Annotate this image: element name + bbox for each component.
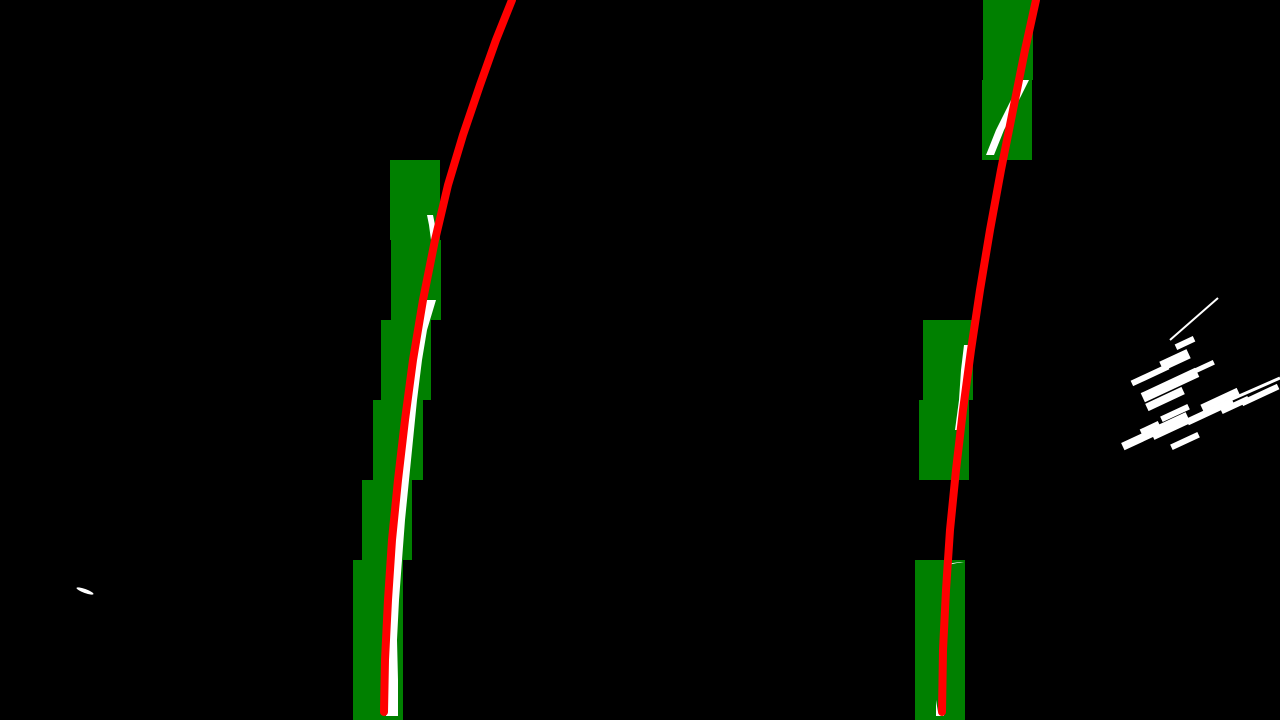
right-lane-window-2 — [915, 560, 965, 640]
background — [0, 0, 1280, 720]
lane-detection-canvas — [0, 0, 1280, 720]
